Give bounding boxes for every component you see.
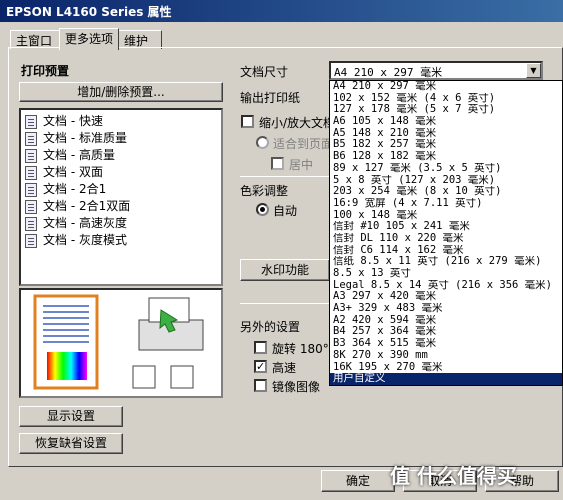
dropdown-option[interactable]: B4 257 x 364 毫米 [330, 326, 562, 338]
high-speed-label: 高速 [272, 361, 297, 375]
title-bar: EPSON L4160 Series 属性 [0, 0, 563, 22]
presets-heading: 打印预置 [21, 64, 70, 78]
doc-size-dropdown[interactable]: A4 210 x 297 毫米 102 x 152 毫米 (4 x 6 英寸) 12… [329, 80, 563, 386]
site-watermark: 值 什么值得买 [390, 464, 517, 488]
two-up-icon [25, 182, 37, 197]
dropdown-option[interactable]: 信封 #10 105 x 241 毫米 [330, 221, 562, 233]
dropdown-option[interactable]: 信封 C6 114 x 162 毫米 [330, 245, 562, 257]
tab-more-options[interactable]: 更多选项 [59, 28, 119, 50]
output-paper-label: 输出打印纸 [240, 91, 301, 105]
dropdown-option[interactable]: 用户自定义 [330, 373, 562, 385]
dropdown-option[interactable]: Legal 8.5 x 14 英寸 (216 x 356 毫米) [330, 280, 562, 292]
document-icon [25, 216, 37, 231]
fit-page-radio[interactable] [256, 136, 269, 149]
dropdown-option[interactable]: 16:9 宽屏 (4 x 7.11 英寸) [330, 198, 562, 210]
dropdown-option[interactable]: A6 105 x 148 毫米 [330, 116, 562, 128]
list-item[interactable]: 文档 - 灰度模式 [25, 231, 127, 248]
reduce-enlarge-label: 缩小/放大文档 [259, 116, 336, 130]
ok-button[interactable]: 确定 [321, 470, 395, 492]
rotate-label: 旋转 180° [272, 342, 329, 356]
doc-size-select[interactable]: A4 210 x 297 毫米 ▼ [329, 61, 543, 80]
document-icon [25, 148, 37, 163]
list-item[interactable]: 文档 - 2合1双面 [25, 197, 130, 214]
dropdown-option[interactable]: 100 x 148 毫米 [330, 210, 562, 222]
dropdown-option[interactable]: B3 364 x 515 毫米 [330, 338, 562, 350]
color-sample [47, 352, 87, 380]
list-item[interactable]: 文档 - 2合1 [25, 180, 106, 197]
center-checkbox[interactable] [271, 157, 284, 170]
dropdown-option[interactable]: 102 x 152 毫米 (4 x 6 英寸) [330, 93, 562, 105]
dropdown-option[interactable]: A3+ 329 x 483 毫米 [330, 303, 562, 315]
list-item[interactable]: 文档 - 双面 [25, 163, 103, 180]
add-remove-preset-button[interactable]: 增加/删除预置... [19, 82, 223, 102]
chevron-down-icon[interactable]: ▼ [526, 63, 541, 78]
dropdown-option[interactable]: 203 x 254 毫米 (8 x 10 英寸) [330, 186, 562, 198]
copies-icon [170, 365, 194, 389]
document-icon [25, 233, 37, 248]
dropdown-option[interactable]: 5 x 8 英寸 (127 x 203 毫米) [330, 175, 562, 187]
print-preview [19, 288, 223, 398]
dropdown-option[interactable]: 127 x 178 毫米 (5 x 7 英寸) [330, 104, 562, 116]
list-item[interactable]: 文档 - 高速灰度 [25, 214, 127, 231]
dropdown-option[interactable]: 16K 195 x 270 毫米 [330, 362, 562, 374]
auto-color-radio[interactable] [256, 203, 269, 216]
dropdown-option[interactable]: 8.5 x 13 英寸 [330, 268, 562, 280]
dropdown-option[interactable]: 信纸 8.5 x 11 英寸 (216 x 279 毫米) [330, 256, 562, 268]
center-label: 居中 [289, 158, 314, 172]
two-up-duplex-icon [25, 199, 37, 214]
copies-icon [132, 365, 156, 389]
mirror-checkbox[interactable] [254, 379, 267, 392]
dropdown-option[interactable]: 89 x 127 毫米 (3.5 x 5 英寸) [330, 163, 562, 175]
document-icon [25, 114, 37, 129]
list-item[interactable]: 文档 - 高质量 [25, 146, 115, 163]
dropdown-option[interactable]: 信封 DL 110 x 220 毫米 [330, 233, 562, 245]
fit-page-label: 适合到页面 [273, 137, 334, 151]
dropdown-option[interactable]: B6 128 x 182 毫米 [330, 151, 562, 163]
dropdown-option[interactable]: B5 182 x 257 毫米 [330, 139, 562, 151]
divider [240, 176, 329, 177]
window-title: EPSON L4160 Series 属性 [6, 5, 172, 19]
color-adjust-label: 色彩调整 [240, 184, 289, 198]
doc-size-value: A4 210 x 297 毫米 [334, 66, 443, 79]
doc-size-label: 文档尺寸 [240, 65, 289, 79]
list-item[interactable]: 文档 - 快速 [25, 112, 103, 129]
dropdown-option[interactable]: A5 148 x 210 毫米 [330, 128, 562, 140]
mirror-label: 镜像图像 [272, 380, 321, 394]
show-settings-button[interactable]: 显示设置 [19, 406, 123, 427]
dropdown-option[interactable]: A3 297 x 420 毫米 [330, 291, 562, 303]
reduce-enlarge-checkbox[interactable] [241, 115, 254, 128]
document-icon [25, 165, 37, 180]
extra-settings-label: 另外的设置 [240, 320, 301, 334]
watermark-button[interactable]: 水印功能 [240, 259, 330, 281]
divider [240, 303, 329, 304]
auto-color-label: 自动 [273, 204, 298, 218]
preview-illustration [33, 294, 204, 390]
list-item[interactable]: 文档 - 标准质量 [25, 129, 127, 146]
dropdown-option[interactable]: 8K 270 x 390 mm [330, 350, 562, 362]
high-speed-checkbox[interactable]: ✓ [254, 360, 267, 373]
dropdown-option[interactable]: A2 420 x 594 毫米 [330, 315, 562, 327]
document-icon [25, 131, 37, 146]
dropdown-option[interactable]: A4 210 x 297 毫米 [330, 81, 562, 93]
rotate-checkbox[interactable] [254, 341, 267, 354]
preset-list[interactable]: 文档 - 快速 文档 - 标准质量 文档 - 高质量 文档 - 双面 文档 - … [19, 108, 223, 286]
restore-defaults-button[interactable]: 恢复缺省设置 [19, 433, 123, 454]
